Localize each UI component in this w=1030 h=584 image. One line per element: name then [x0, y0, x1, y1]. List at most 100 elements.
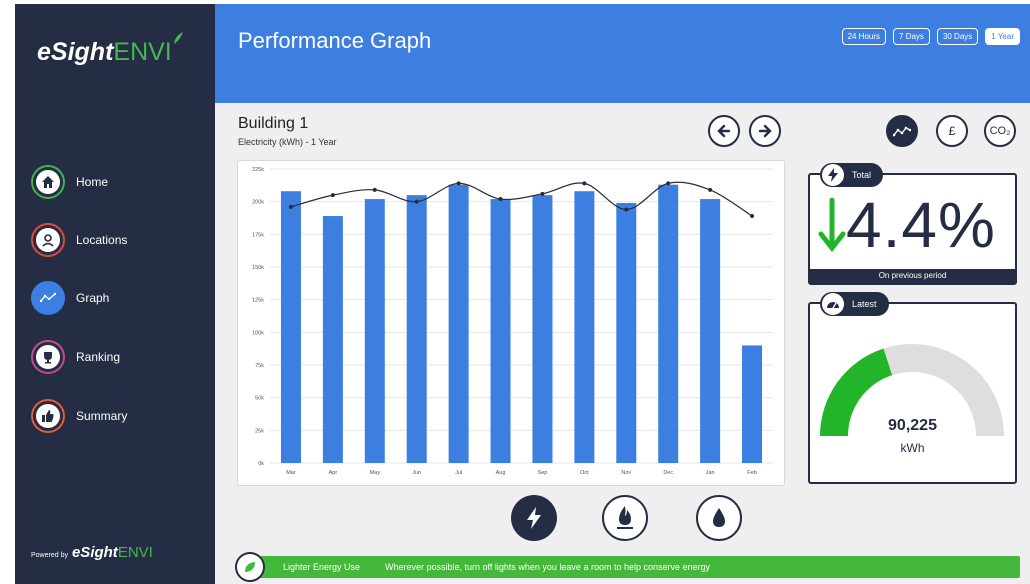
y-tick-label: 0k — [258, 461, 264, 467]
tip-text: Wherever possible, turn off lights when … — [385, 562, 711, 572]
total-card-label: Total — [852, 170, 872, 180]
page-title: Performance Graph — [238, 28, 432, 53]
water-button[interactable] — [696, 495, 742, 541]
y-tick-label: 25k — [255, 428, 264, 434]
y-tick-label: 175k — [252, 232, 264, 238]
trend-point — [498, 197, 503, 202]
x-tick-label: Jan — [706, 470, 715, 476]
home-icon — [31, 165, 65, 199]
range-30-days-button[interactable]: 30 Days — [936, 28, 979, 45]
trend-point — [666, 181, 671, 186]
latest-card-label: Latest — [852, 299, 877, 309]
latest-unit: kWh — [900, 441, 925, 455]
trend-point — [540, 191, 545, 196]
locations-icon — [31, 223, 65, 257]
trend-point — [414, 199, 419, 204]
kwh-view-button[interactable] — [886, 115, 918, 147]
x-tick-label: Dec — [663, 470, 673, 476]
x-tick-label: Nov — [621, 470, 631, 476]
sidebar-item-graph[interactable]: Graph — [31, 281, 211, 315]
trend-point — [456, 181, 461, 186]
energy-tip-bar: Lighter Energy Use Wherever possible, tu… — [235, 552, 1020, 582]
x-tick-label: Jun — [412, 470, 421, 476]
range-7-days-button[interactable]: 7 Days — [893, 28, 930, 45]
bar — [574, 191, 595, 464]
thumbs-up-icon — [31, 399, 65, 433]
sidebar: eSightENVI Home Locations Graph Ranking … — [15, 4, 215, 584]
trend-point — [750, 214, 755, 219]
line-graph-icon — [893, 126, 911, 137]
trend-point — [330, 193, 335, 198]
range-1-year-button[interactable]: 1 Year — [985, 28, 1020, 45]
x-tick-label: Apr — [329, 470, 338, 476]
building-name: Building 1 — [238, 115, 309, 132]
chart-svg: 0k 25k 50k 75k 100k 125k 150k 175k 200k 225k Mar Ap… — [252, 167, 773, 476]
sidebar-item-label: Summary — [76, 409, 128, 423]
trophy-icon — [31, 340, 65, 374]
trend-point — [708, 187, 713, 192]
bar — [406, 195, 427, 463]
sidebar-item-locations[interactable]: Locations — [31, 223, 211, 257]
flame-icon — [617, 506, 633, 529]
sidebar-item-label: Home — [76, 175, 109, 189]
range-24-hours-button[interactable]: 24 Hours — [841, 28, 887, 45]
powered-logo-bold: eSight — [71, 544, 118, 561]
total-percent-value: 4.4% — [846, 189, 996, 261]
total-card: Total 4.4% On previous period — [808, 163, 1017, 285]
sidebar-item-label: Graph — [76, 291, 110, 305]
lightning-icon — [822, 164, 844, 186]
cost-view-button[interactable]: £ — [936, 115, 968, 147]
bar — [322, 216, 343, 463]
total-card-tab: Total — [820, 163, 884, 187]
trend-point — [372, 187, 377, 192]
header: Performance Graph 24 Hours 7 Days 30 Day… — [215, 4, 1030, 103]
powered-by-label: Powered by — [31, 552, 68, 559]
leaf-icon — [235, 552, 265, 582]
total-change: 4.4% — [818, 193, 996, 257]
time-range-group: 24 Hours 7 Days 30 Days 1 Year — [841, 28, 1020, 45]
performance-chart: 0k 25k 50k 75k 100k 125k 150k 175k 200k 225k Mar Ap… — [237, 160, 785, 486]
bar — [532, 195, 553, 463]
sidebar-item-label: Locations — [76, 233, 128, 247]
water-drop-icon — [713, 508, 725, 527]
trend-point — [582, 181, 587, 186]
bar — [364, 199, 385, 463]
bar — [700, 199, 721, 463]
co2-icon: CO₂ — [989, 125, 1011, 137]
trend-line — [290, 181, 753, 217]
bar — [280, 191, 301, 464]
main-content: Building 1 Electricity (kWh) - 1 Year £ … — [215, 103, 1030, 584]
app-logo: eSightENVI — [37, 32, 183, 67]
bar — [616, 202, 637, 463]
trend-point — [288, 204, 293, 209]
bar — [742, 345, 763, 463]
y-tick-label: 225k — [252, 167, 264, 173]
sidebar-item-summary[interactable]: Summary — [31, 399, 211, 433]
electricity-button[interactable] — [511, 495, 557, 541]
lightning-icon — [527, 507, 541, 529]
pound-icon: £ — [948, 124, 956, 138]
arrow-right-icon — [758, 124, 772, 138]
x-tick-label: Mar — [286, 470, 296, 476]
x-tick-label: Aug — [496, 470, 506, 476]
previous-period-button[interactable] — [708, 115, 740, 147]
y-tick-label: 75k — [255, 363, 264, 369]
x-tick-label: May — [370, 470, 381, 476]
building-subtitle: Electricity (kWh) - 1 Year — [238, 137, 337, 147]
y-tick-label: 200k — [252, 200, 264, 206]
gas-button[interactable] — [602, 495, 648, 541]
x-tick-label: Jul — [455, 470, 462, 476]
co2-view-button[interactable]: CO₂ — [984, 115, 1016, 147]
powered-by: Powered by eSightENVI — [31, 544, 153, 561]
latest-card: Latest 90,225 kWh — [808, 292, 1017, 484]
speedometer-icon — [822, 293, 844, 315]
sidebar-item-label: Ranking — [76, 350, 121, 364]
tip-title: Lighter Energy Use — [283, 562, 361, 572]
sidebar-item-home[interactable]: Home — [31, 165, 211, 199]
sidebar-item-ranking[interactable]: Ranking — [31, 340, 211, 374]
next-period-button[interactable] — [749, 115, 781, 147]
y-tick-label: 100k — [252, 330, 264, 336]
bar — [490, 199, 511, 463]
arrow-left-icon — [717, 124, 731, 138]
x-tick-label: Feb — [747, 470, 756, 476]
